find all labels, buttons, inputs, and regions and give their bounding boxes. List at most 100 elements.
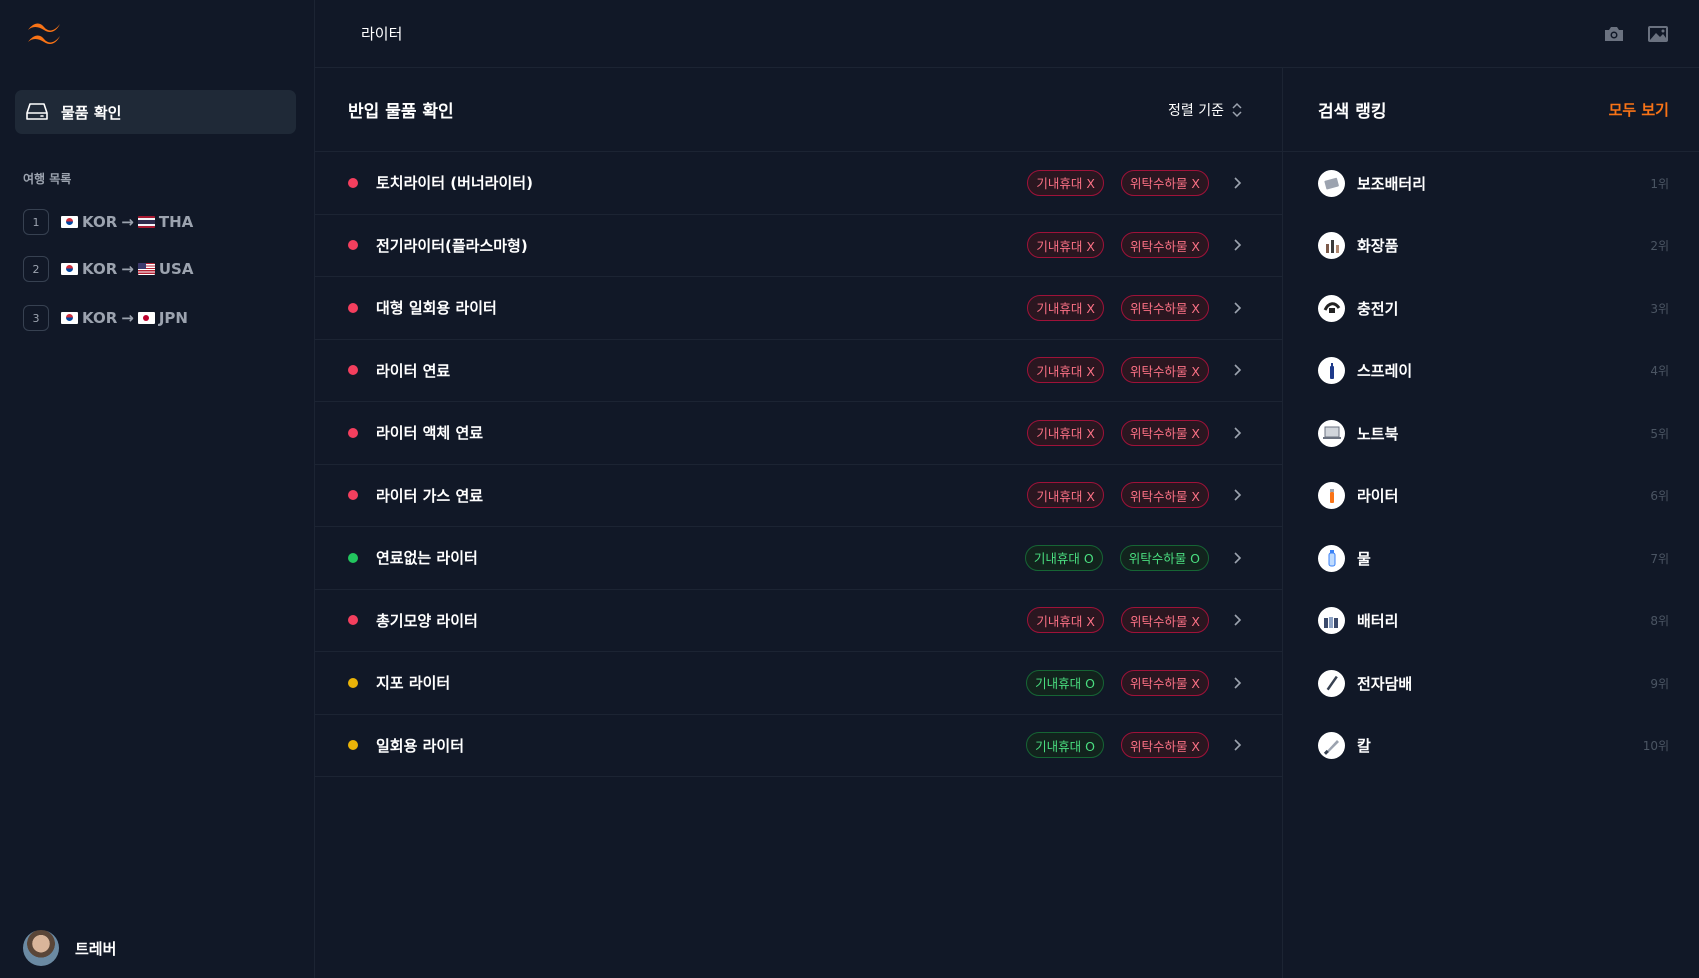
trip-item-3[interactable]: 3 KOR → JPN xyxy=(23,305,283,331)
status-dot xyxy=(348,177,358,188)
ranking-row[interactable]: 노트북 5위 xyxy=(1283,402,1699,465)
ranking-panel-header: 검색 랭킹 모두 보기 xyxy=(1283,68,1699,152)
charger-icon xyxy=(1318,294,1345,322)
nav-item-check-items[interactable]: 물품 확인 xyxy=(15,90,296,134)
water-bottle-icon xyxy=(1318,544,1345,572)
item-row[interactable]: 지포 라이터 기내휴대 O 위탁수하물 X xyxy=(315,652,1282,715)
checked-baggage-badge: 위탁수하물 X xyxy=(1120,232,1209,259)
avatar xyxy=(23,930,59,966)
items-panel-header: 반입 물품 확인 정렬 기준 xyxy=(315,68,1282,152)
item-row[interactable]: 연료없는 라이터 기내휴대 O 위탁수하물 O xyxy=(315,527,1282,590)
ranking-item-name: 전자담배 xyxy=(1357,674,1413,693)
trip-number: 1 xyxy=(23,209,49,235)
sort-button[interactable]: 정렬 기준 xyxy=(1168,100,1242,120)
top-bar: 라이터 xyxy=(315,0,1699,68)
ranking-panel: 검색 랭킹 모두 보기 보조배터리 1위화장품 2위 충전기 3위 스프레이 4위 노트북 5위… xyxy=(1283,68,1699,978)
items-panel: 반입 물품 확인 정렬 기준 토치라이터 (버너라이터) 기내휴대 X 위탁수하물 … xyxy=(315,68,1283,978)
status-dot xyxy=(348,490,358,501)
trip-item-1[interactable]: 1 KOR → THA xyxy=(23,209,283,235)
korea-flag-icon xyxy=(61,216,78,228)
spray-icon xyxy=(1318,357,1345,385)
carry-on-badge: 기내휴대 X xyxy=(1027,482,1104,509)
item-row[interactable]: 라이터 액체 연료 기내휴대 X 위탁수하물 X xyxy=(315,402,1282,465)
trip-route: KOR → USA xyxy=(61,260,193,278)
trip-number: 3 xyxy=(23,305,49,331)
carry-on-badge: 기내휴대 X xyxy=(1027,419,1104,446)
status-dot xyxy=(348,552,358,563)
trip-number: 2 xyxy=(23,256,49,282)
item-row[interactable]: 대형 일회용 라이터 기내휴대 X 위탁수하물 X xyxy=(315,277,1282,340)
carry-on-badge: 기내휴대 O xyxy=(1026,732,1104,759)
items-panel-title: 반입 물품 확인 xyxy=(348,102,454,122)
camera-icon[interactable] xyxy=(1603,24,1625,44)
item-badges: 기내휴대 X 위탁수하물 X xyxy=(1027,419,1209,446)
ranking-row[interactable]: 칼 10위 xyxy=(1283,715,1699,778)
chevron-right-icon xyxy=(1234,739,1242,751)
ranking-position: 6위 xyxy=(1650,489,1669,504)
trip-from: KOR xyxy=(82,213,118,231)
ranking-position: 3위 xyxy=(1650,301,1669,316)
ranking-row[interactable]: 보조배터리 1위 xyxy=(1283,152,1699,215)
knife-icon xyxy=(1318,732,1345,760)
ranking-row[interactable]: 화장품 2위 xyxy=(1283,215,1699,278)
trip-from: KOR xyxy=(82,260,118,278)
carry-on-badge: 기내휴대 O xyxy=(1026,669,1104,696)
item-row[interactable]: 전기라이터(플라스마형) 기내휴대 X 위탁수하물 X xyxy=(315,215,1282,277)
status-dot xyxy=(348,677,358,688)
checked-baggage-badge: 위탁수하물 X xyxy=(1120,294,1209,321)
image-icon[interactable] xyxy=(1647,24,1669,44)
cosmetics-icon xyxy=(1318,232,1345,260)
status-dot xyxy=(348,302,358,313)
item-badges: 기내휴대 X 위탁수하물 X xyxy=(1027,607,1209,634)
ranking-row[interactable]: 충전기 3위 xyxy=(1283,277,1699,340)
sort-label: 정렬 기준 xyxy=(1168,102,1224,119)
trip-to: USA xyxy=(158,260,194,278)
checked-baggage-badge: 위탁수하물 X xyxy=(1120,607,1209,634)
checked-baggage-badge: 위탁수하물 X xyxy=(1120,419,1209,446)
status-dot xyxy=(348,240,358,251)
chevron-right-icon xyxy=(1234,552,1242,564)
checked-baggage-badge: 위탁수하물 X xyxy=(1120,169,1209,196)
item-row[interactable]: 라이터 연료 기내휴대 X 위탁수하물 X xyxy=(315,340,1282,402)
item-name: 토치라이터 (버너라이터) xyxy=(376,174,533,193)
trip-to: THA xyxy=(158,213,194,231)
arrow-right-icon: → xyxy=(121,260,134,278)
ranking-position: 9위 xyxy=(1650,676,1669,691)
chevron-right-icon xyxy=(1234,239,1242,251)
ranking-position: 8위 xyxy=(1650,614,1669,629)
item-row[interactable]: 토치라이터 (버너라이터) 기내휴대 X 위탁수하물 X xyxy=(315,152,1282,215)
ranking-row[interactable]: 전자담배 9위 xyxy=(1283,652,1699,715)
checked-baggage-badge: 위탁수하물 X xyxy=(1120,357,1209,384)
ranking-row[interactable]: 배터리 8위 xyxy=(1283,590,1699,653)
ranking-item-name: 보조배터리 xyxy=(1357,174,1427,193)
checked-baggage-badge: 위탁수하물 X xyxy=(1120,732,1209,759)
status-dot xyxy=(348,615,358,626)
item-name: 일회용 라이터 xyxy=(376,736,465,755)
logo-icon[interactable] xyxy=(24,18,64,48)
carry-on-badge: 기내휴대 X xyxy=(1027,232,1104,259)
item-badges: 기내휴대 X 위탁수하물 X xyxy=(1027,169,1209,196)
ranking-item-name: 화장품 xyxy=(1357,237,1399,256)
sidebar: 물품 확인 여행 목록 1 KOR → THA 2 KOR → USA 3 KO… xyxy=(0,0,315,978)
trip-item-2[interactable]: 2 KOR → USA xyxy=(23,256,283,282)
see-all-link[interactable]: 모두 보기 xyxy=(1609,99,1669,120)
ranking-position: 1위 xyxy=(1650,176,1669,191)
ranking-row[interactable]: 라이터 6위 xyxy=(1283,465,1699,528)
item-name: 라이터 액체 연료 xyxy=(376,424,484,443)
ranking-item-name: 라이터 xyxy=(1357,487,1399,506)
item-row[interactable]: 일회용 라이터 기내휴대 O 위탁수하물 X xyxy=(315,715,1282,777)
item-row[interactable]: 라이터 가스 연료 기내휴대 X 위탁수하물 X xyxy=(315,465,1282,527)
user-name: 트레버 xyxy=(75,939,117,958)
carry-on-badge: 기내휴대 X xyxy=(1027,294,1104,321)
chevron-right-icon xyxy=(1234,614,1242,626)
status-dot xyxy=(348,365,358,376)
user-profile[interactable]: 트레버 xyxy=(23,930,116,966)
carry-on-badge: 기내휴대 O xyxy=(1024,544,1103,571)
trip-list-title: 여행 목록 xyxy=(23,172,72,186)
item-row[interactable]: 총기모양 라이터 기내휴대 X 위탁수하물 X xyxy=(315,590,1282,652)
item-name: 지포 라이터 xyxy=(376,674,451,693)
ranking-row[interactable]: 스프레이 4위 xyxy=(1283,340,1699,403)
ranking-item-name: 배터리 xyxy=(1357,612,1399,631)
item-badges: 기내휴대 X 위탁수하물 X xyxy=(1027,357,1209,384)
ranking-row[interactable]: 물 7위 xyxy=(1283,527,1699,590)
